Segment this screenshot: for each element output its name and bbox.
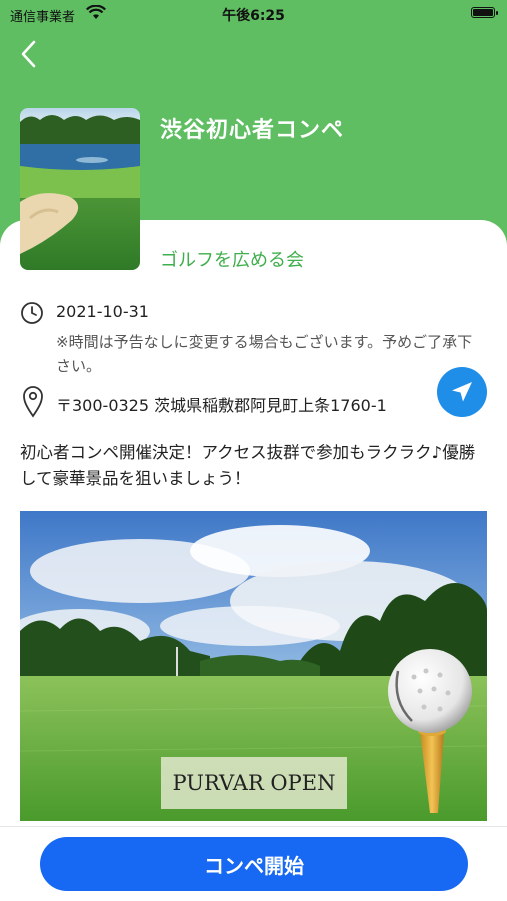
battery-icon (471, 7, 498, 18)
clock-icon (20, 301, 44, 329)
back-chevron-icon (21, 40, 36, 68)
event-description: 初心者コンペ開催決定！アクセス抜群で参加もラクラク♪優勝して豪華景品を狙いましょ… (20, 443, 476, 488)
navigation-button[interactable] (437, 367, 487, 417)
location-pin-icon (22, 386, 44, 422)
status-time: 午後6:25 (222, 8, 285, 24)
start-competition-button[interactable]: コンペ開始 (40, 837, 468, 891)
event-photo: PURVAR OPEN (20, 511, 487, 821)
photo-caption: PURVAR OPEN (161, 757, 347, 809)
event-address: 〒300-0325 茨城県稲敷郡阿見町上条1760-1 (56, 396, 387, 415)
navigation-arrow-icon (452, 382, 472, 402)
time-notice: ※時間は予告なしに変更する場合もございます。予めご了承下さい。 (56, 333, 473, 375)
back-button[interactable] (14, 38, 46, 70)
bottom-bar: コンペ開始 (0, 826, 507, 901)
status-bar: 通信事業者 午後6:25 (0, 0, 507, 28)
event-title: 渋谷初心者コンペ (160, 118, 345, 143)
course-thumbnail (20, 108, 140, 270)
event-date: 2021-10-31 (56, 302, 149, 321)
organizer-link[interactable]: ゴルフを広める会 (160, 246, 304, 272)
